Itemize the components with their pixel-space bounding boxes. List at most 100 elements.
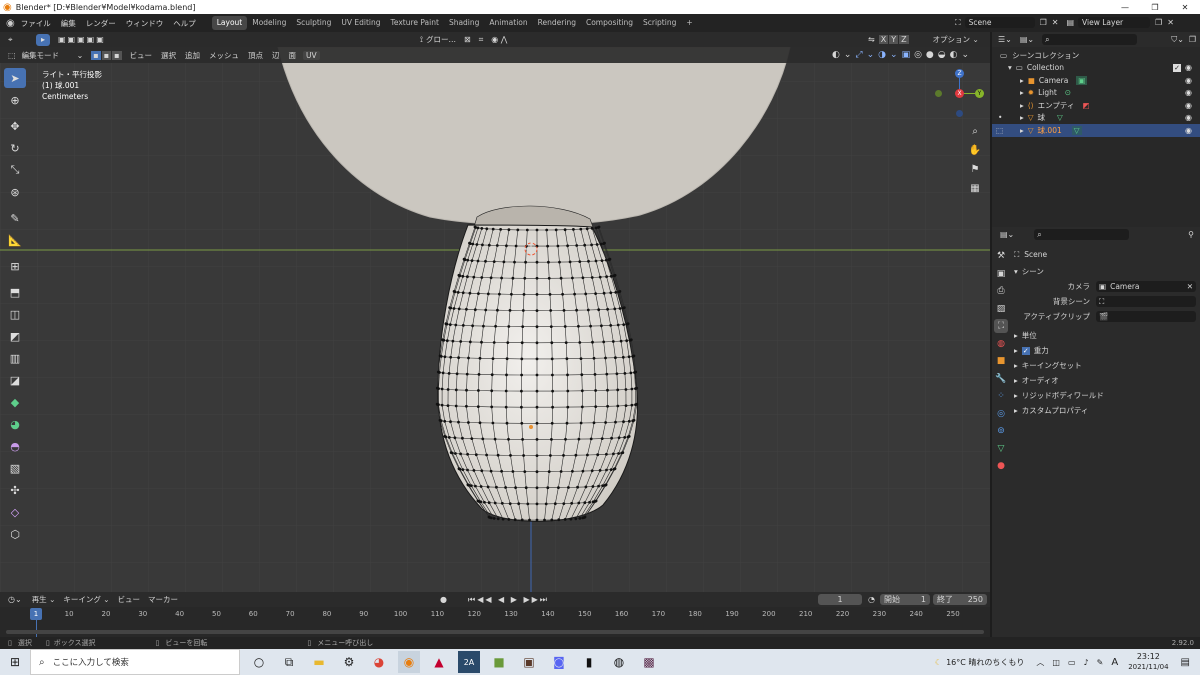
eye-icon[interactable]: ◉ xyxy=(1185,88,1192,97)
timeline-editor-icon[interactable]: ◷⌄ xyxy=(8,595,22,604)
tab-uv-editing[interactable]: UV Editing xyxy=(336,16,385,30)
shading-modes-icon[interactable]: ◎●◒◐⌄ xyxy=(914,50,973,60)
notification-icon[interactable]: ▤ xyxy=(1181,657,1190,668)
menu-file[interactable]: ファイル xyxy=(21,18,51,29)
tab-animation[interactable]: Animation xyxy=(484,16,532,30)
extrude-tool-icon[interactable]: ⬒ xyxy=(4,282,26,302)
minecraft-icon[interactable]: ■ xyxy=(488,651,510,673)
outliner-item-sphere-001[interactable]: ⬚ ▸ ▽ 球.001 ▽ ◉ xyxy=(992,124,1200,137)
camera-view-icon[interactable]: ⚑ xyxy=(966,160,984,179)
editor-type-icon[interactable]: ⌖ xyxy=(8,35,28,45)
select-tool-icon[interactable]: ➤ xyxy=(4,68,26,88)
clear-field-icon[interactable]: ✕ xyxy=(1187,282,1193,291)
zoom-icon[interactable]: ⌕ xyxy=(966,122,984,141)
timeline-ruler[interactable]: 10 20 30 40 50 60 70 80 90 100 110 120 130 140 150 160 1… xyxy=(0,607,990,637)
new-view-layer-icon[interactable]: ❐ xyxy=(1155,18,1162,27)
render-tab-icon[interactable]: ▣ xyxy=(994,267,1008,281)
menu-window[interactable]: ウィンドウ xyxy=(126,18,164,29)
collection-row[interactable]: ▾ ▭ Collection ✓ ◉ xyxy=(992,62,1200,75)
mode-selector[interactable]: 編集モード xyxy=(22,50,77,61)
eye-icon[interactable]: ◉ xyxy=(1185,76,1192,85)
angular-icon[interactable]: ▲ xyxy=(428,651,450,673)
visibility-icon[interactable]: ◐⌄ xyxy=(832,50,855,60)
menu-uv[interactable]: UV xyxy=(303,50,320,60)
blender-menu-icon[interactable]: ◉ xyxy=(6,18,15,29)
menu-view[interactable]: ビュー xyxy=(130,50,153,61)
3d-viewport[interactable]: ライト・平行投影 (1) 球.001 Centimeters Z X Y ⌕ ✋… xyxy=(0,47,990,592)
end-frame-field[interactable]: 終了 250 xyxy=(933,594,987,605)
menu-render[interactable]: レンダー xyxy=(86,18,116,29)
edit-mode-icon[interactable]: ⬚ xyxy=(996,126,1003,135)
outliner-item-empty[interactable]: ▸ ⟨⟩ エンプティ ◩ ◉ xyxy=(992,99,1200,112)
gizmo-neg-y[interactable] xyxy=(935,90,942,97)
bevel-tool-icon[interactable]: ◩ xyxy=(4,326,26,346)
pin-icon[interactable]: ⚲ xyxy=(1188,230,1194,239)
expand-arrow-icon[interactable]: ▸ xyxy=(1020,88,1024,97)
scene-tab-icon[interactable]: ⛶ xyxy=(994,319,1008,333)
properties-editor-icon[interactable]: ▤⌄ xyxy=(1000,230,1014,239)
shear-tool-icon[interactable]: ◇ xyxy=(4,502,26,522)
transform-tool-icon[interactable]: ⊛ xyxy=(4,182,26,202)
blender-taskbar-icon[interactable]: ◉ xyxy=(398,651,420,673)
scene-collection-row[interactable]: ▭ シーンコレクション xyxy=(992,49,1200,62)
app-image-icon[interactable]: ▩ xyxy=(638,651,660,673)
snap-icon[interactable]: ⌗ xyxy=(479,35,484,45)
properties-search-input[interactable]: ⌕ xyxy=(1034,229,1130,240)
menu-mesh[interactable]: メッシュ xyxy=(209,50,239,61)
cortana-icon[interactable]: ○ xyxy=(248,651,270,673)
discord-icon[interactable]: ◙ xyxy=(548,651,570,673)
edit-dot-icon[interactable]: • xyxy=(998,113,1002,122)
scene-panel-header[interactable]: ▾ シーン xyxy=(1014,264,1196,279)
add-cube-tool-icon[interactable]: ⊞ xyxy=(4,256,26,276)
select-mode-icons[interactable]: ▣▣▣▣▣ xyxy=(58,35,106,44)
tray-chevron-icon[interactable]: ︿ xyxy=(1036,657,1044,668)
annotate-tool-icon[interactable]: ✎ xyxy=(4,208,26,228)
ortho-grid-icon[interactable]: ▦ xyxy=(966,179,984,198)
tab-texture-paint[interactable]: Texture Paint xyxy=(386,16,444,30)
edge-select-icon[interactable]: ▪ xyxy=(101,50,112,60)
face-select-icon[interactable]: ▪ xyxy=(112,50,122,60)
outliner-item-camera[interactable]: ▸ ■ Camera ▣ ◉ xyxy=(992,74,1200,87)
viewport-editor-icon[interactable]: ⬚ xyxy=(8,51,16,60)
rigid-body-world-panel-header[interactable]: ▸ リジッドボディワールド xyxy=(1014,388,1196,403)
gizmo-y[interactable]: Y xyxy=(975,89,984,98)
minimize-button[interactable]: — xyxy=(1110,3,1140,12)
overlay-icon[interactable]: ◑⌄ xyxy=(878,50,901,60)
particles-tab-icon[interactable]: ⁘ xyxy=(994,389,1008,403)
gravity-checkbox[interactable]: ✓ xyxy=(1021,346,1030,355)
expand-arrow-icon[interactable]: ▸ xyxy=(1020,101,1024,110)
menu-face[interactable]: 面 xyxy=(289,50,297,61)
physics-tab-icon[interactable]: ◎ xyxy=(994,407,1008,421)
close-button[interactable]: ✕ xyxy=(1170,3,1200,12)
keying-sets-panel-header[interactable]: ▸ キーイングセット xyxy=(1014,358,1196,373)
pan-hand-icon[interactable]: ✋ xyxy=(966,141,984,160)
active-clip-field[interactable]: 🎬 xyxy=(1096,311,1196,322)
constraints-tab-icon[interactable]: ⊚ xyxy=(994,424,1008,438)
record-icon[interactable]: ● xyxy=(440,595,447,604)
menu-add[interactable]: 追加 xyxy=(185,50,200,61)
scale-tool-icon[interactable]: ⤡ xyxy=(4,160,26,180)
move-tool-icon[interactable]: ✥ xyxy=(4,116,26,136)
gravity-panel-header[interactable]: ▸ ✓ 重力 xyxy=(1014,343,1196,358)
eye-icon[interactable]: ◉ xyxy=(1185,63,1192,72)
object-tab-icon[interactable]: ■ xyxy=(994,354,1008,368)
tab-rendering[interactable]: Rendering xyxy=(533,16,581,30)
gizmo-toggle-icon[interactable]: ⤢⌄ xyxy=(855,50,878,60)
current-frame-field[interactable]: 1 xyxy=(818,594,862,605)
menu-select[interactable]: 選択 xyxy=(161,50,176,61)
gizmo-x[interactable]: X xyxy=(955,89,964,98)
app-circle-icon[interactable]: ◍ xyxy=(608,651,630,673)
view-layer-tab-icon[interactable]: ▨ xyxy=(994,302,1008,316)
app-2a-icon[interactable]: 2A xyxy=(458,651,480,673)
tab-shading[interactable]: Shading xyxy=(444,16,484,30)
outliner-item-light[interactable]: ▸ ✹ Light ⊙ ◉ xyxy=(992,87,1200,100)
new-scene-icon[interactable]: ❐ xyxy=(1040,18,1047,27)
weather-text[interactable]: 16°C 晴れのちくもり xyxy=(946,657,1024,668)
audio-panel-header[interactable]: ▸ オーディオ xyxy=(1014,373,1196,388)
pivot-icon[interactable]: ⊠ xyxy=(464,35,471,44)
playback-controls[interactable]: ⏮◀◀ ◀ ▶ ▶▶⏭ xyxy=(468,595,549,605)
menu-timeline-view[interactable]: ビュー xyxy=(118,594,141,605)
scene-selector[interactable]: Scene xyxy=(964,17,1035,28)
delete-scene-icon[interactable]: ✕ xyxy=(1052,18,1059,27)
outliner-item-sphere[interactable]: • ▸ ▽ 球 ▽ ◉ xyxy=(992,112,1200,125)
